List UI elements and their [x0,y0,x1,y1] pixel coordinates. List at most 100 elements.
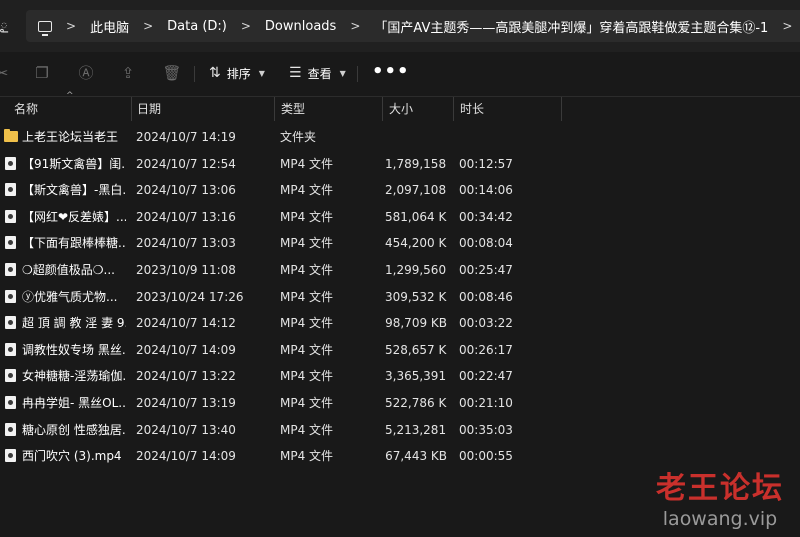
file-duration: 00:26:17 [459,342,513,357]
column-header-duration[interactable]: 时长 [454,97,562,121]
file-date: 2024/10/7 14:19 [136,130,236,144]
file-row[interactable]: 西门吹穴 (3).mp4 2024/10/7 14:09 MP4 文件 67,443 … [0,443,800,470]
sort-icon: ⇅ [209,65,221,81]
file-type: MP4 文件 [280,289,334,304]
chevron-right-icon[interactable]: > [66,19,76,33]
file-row[interactable]: 【91斯文禽兽】闺... 2024/10/7 12:54 MP4 文件 1,789,1… [0,151,800,178]
computer-icon[interactable] [38,20,52,36]
delete-icon[interactable]: 🗑 [162,63,182,83]
video-file-icon [5,449,16,463]
file-duration: 00:14:06 [459,183,513,198]
breadcrumb-downloads[interactable]: Downloads [265,19,336,34]
file-type: MP4 文件 [280,236,334,251]
file-type: MP4 文件 [280,395,334,410]
file-type: MP4 文件 [280,156,334,171]
file-date: 2023/10/24 17:26 [136,289,244,304]
file-row[interactable]: 女神糖糖-淫荡瑜伽... 2024/10/7 13:22 MP4 文件 3,365,3… [0,363,800,390]
watermark-url: laowang.vip [662,508,778,530]
file-size: 98,709 KB [385,316,447,331]
file-duration: 00:00:55 [459,449,513,464]
file-date: 2024/10/7 14:09 [136,342,236,357]
file-duration: 00:08:46 [459,289,513,304]
file-date: 2023/10/9 11:08 [136,262,236,277]
breadcrumb-current-folder[interactable]: 「国产AV主题秀——高跟美腿冲到爆」穿着高跟鞋做爱主题合集⑫-1 [374,17,768,36]
file-date: 2024/10/7 13:22 [136,369,236,384]
column-header-type[interactable]: 类型 [275,97,383,121]
video-file-icon [5,183,16,197]
video-file-icon [5,236,16,250]
toolbar-divider [357,66,358,82]
sort-label: 排序 [226,66,251,81]
cut-icon[interactable]: ✂ [0,63,12,83]
file-duration: 00:35:03 [459,422,513,437]
file-size: 5,213,281... [385,422,447,437]
file-duration: 00:08:04 [459,236,513,251]
file-size: 2,097,108... [385,183,447,198]
file-row[interactable]: 超 頂 調 教 淫 妻 9... 2024/10/7 14:12 MP4 文件 98,… [0,310,800,337]
watermark-text: 老王论坛 [656,471,784,506]
copy-icon[interactable]: ❐ [32,63,52,83]
view-icon: ☰ [289,65,302,81]
file-type: MP4 文件 [280,342,334,357]
nav-glyph[interactable]: ౖ [0,16,8,35]
file-type: MP4 文件 [280,422,334,437]
file-row[interactable]: ⓨ优雅气质尤物... 2023/10/24 17:26 MP4 文件 309,532 … [0,284,800,311]
address-bar-region: ౖ > 此电脑 > Data (D:) > Downloads > 「国产AV主… [0,0,800,52]
video-file-icon [5,395,16,409]
file-name: 【斯文禽兽】-黑白... [22,183,126,198]
file-date: 2024/10/7 14:09 [136,449,236,464]
file-row[interactable]: 糖心原创 性感独居... 2024/10/7 13:40 MP4 文件 5,213,2… [0,417,800,444]
video-file-icon [5,369,16,383]
file-duration: 00:21:10 [459,395,513,410]
video-file-icon [5,422,16,436]
file-date: 2024/10/7 13:06 [136,183,236,198]
chevron-right-icon[interactable]: > [241,19,251,33]
file-row[interactable]: 【斯文禽兽】-黑白... 2024/10/7 13:06 MP4 文件 2,097,1… [0,177,800,204]
chevron-right-icon[interactable]: > [350,19,360,33]
file-name: ❍超颜值极品❍... [22,262,115,277]
file-duration: 00:12:57 [459,156,513,171]
file-row[interactable]: 调教性奴专场 黑丝... 2024/10/7 14:09 MP4 文件 528,657… [0,337,800,364]
file-size: 1,299,560... [385,262,447,277]
file-type: MP4 文件 [280,316,334,331]
file-duration: 00:25:47 [459,262,513,277]
breadcrumb-this-pc[interactable]: 此电脑 [90,17,129,36]
file-row[interactable]: 【网红❤反差婊】... 2024/10/7 13:16 MP4 文件 581,064 … [0,204,800,231]
breadcrumb[interactable]: > 此电脑 > Data (D:) > Downloads > 「国产AV主题秀… [26,10,800,42]
file-date: 2024/10/7 14:12 [136,316,236,331]
command-bar: ✂ ❐ Ⓐ ⇪ 🗑 ⇅ 排序 ▼ ☰ 查看 ▼ ••• [0,52,800,94]
file-size: 581,064 KB [385,209,447,224]
video-file-icon [5,262,16,276]
file-type: MP4 文件 [280,449,334,464]
file-date: 2024/10/7 13:16 [136,209,236,224]
file-name: 冉冉学姐- 黑丝OL... [22,395,126,410]
file-row[interactable]: ❍超颜值极品❍... 2023/10/9 11:08 MP4 文件 1,299,560… [0,257,800,284]
folder-row[interactable]: 上老王论坛当老王 2024/10/7 14:19 文件夹 [0,124,800,151]
chevron-right-icon[interactable]: > [782,19,792,33]
column-header-size[interactable]: 大小 [383,97,454,121]
file-type: MP4 文件 [280,262,334,277]
file-name: ⓨ优雅气质尤物... [22,289,118,304]
file-size: 67,443 KB [385,449,447,464]
breadcrumb-drive-d[interactable]: Data (D:) [167,19,227,34]
file-date: 2024/10/7 13:03 [136,236,236,251]
chevron-right-icon[interactable]: > [143,19,153,33]
view-button[interactable]: ☰ 查看 ▼ [289,63,346,83]
column-header: ^ 名称 日期 类型 大小 时长 [0,91,800,121]
column-header-date[interactable]: 日期 [131,97,275,121]
file-duration: 00:34:42 [459,209,513,224]
rename-icon[interactable]: Ⓐ [76,63,96,83]
file-list: 上老王论坛当老王 2024/10/7 14:19 文件夹 【91斯文禽兽】闺... 20… [0,124,800,470]
share-icon[interactable]: ⇪ [118,63,138,83]
file-name: 【网红❤反差婊】... [22,209,126,224]
file-name: 【下面有跟棒棒糖... [22,236,126,251]
column-header-name[interactable]: 名称 [8,97,132,121]
file-row[interactable]: 【下面有跟棒棒糖... 2024/10/7 13:03 MP4 文件 454,200 … [0,230,800,257]
file-date: 2024/10/7 12:54 [136,156,236,171]
file-row[interactable]: 冉冉学姐- 黑丝OL... 2024/10/7 13:19 MP4 文件 522,78… [0,390,800,417]
sort-button[interactable]: ⇅ 排序 ▼ [209,63,265,83]
file-name: 超 頂 調 教 淫 妻 9... [22,316,126,331]
file-type: MP4 文件 [280,209,334,224]
more-options-button[interactable]: ••• [372,61,410,82]
file-size: 3,365,391... [385,369,447,384]
